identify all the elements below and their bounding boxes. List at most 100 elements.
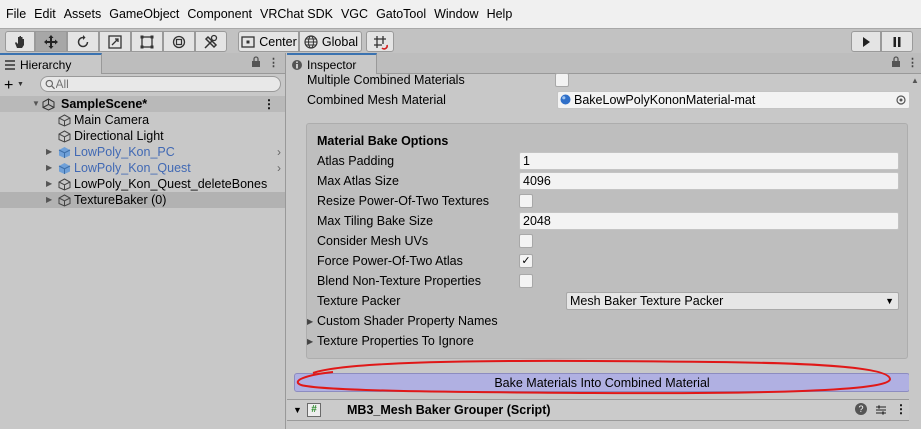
hierarchy-search-bar: + ▼ xyxy=(0,74,285,94)
object-picker-icon[interactable] xyxy=(896,95,906,105)
move-icon xyxy=(44,34,58,49)
pause-button[interactable] xyxy=(881,31,913,52)
prefab-icon xyxy=(58,163,71,174)
collapse-arrow-icon[interactable]: ▶ xyxy=(46,192,52,208)
inspector-tab-label: Inspector xyxy=(307,57,357,72)
collapse-arrow-icon[interactable]: ▶ xyxy=(46,160,52,176)
hierarchy-search-field[interactable] xyxy=(40,76,281,92)
tab-hierarchy[interactable]: Hierarchy xyxy=(0,53,102,74)
prefab-icon xyxy=(58,147,71,158)
resize-pot-checkbox[interactable] xyxy=(519,194,533,208)
texture-ignore-foldout[interactable]: Texture Properties To Ignore xyxy=(317,332,474,350)
multiple-combined-label: Multiple Combined Materials xyxy=(307,73,465,87)
tools-icon xyxy=(204,34,218,49)
scene-row[interactable]: ▼ SampleScene* ⋮ xyxy=(0,96,285,112)
scale-icon xyxy=(108,34,122,49)
component-menu-icon[interactable]: ⋮ xyxy=(895,402,907,416)
atlas-padding-label: Atlas Padding xyxy=(317,154,395,168)
hierarchy-panel: Hierarchy ⋮ + ▼ ▼ SampleScene* ⋮ Main Ca… xyxy=(0,53,286,429)
expand-arrow-icon[interactable]: ▼ xyxy=(293,405,302,415)
chevron-right-icon[interactable]: › xyxy=(277,160,281,176)
list-item[interactable]: ▶ LowPoly_Kon_Quest_deleteBones xyxy=(0,176,285,192)
gameobject-icon xyxy=(58,194,71,207)
menu-help[interactable]: Help xyxy=(485,0,519,28)
max-atlas-size-field[interactable]: 4096 xyxy=(519,172,899,190)
inspector-menu-icon[interactable]: ⋮ xyxy=(907,56,918,69)
pivot-mode-button[interactable]: Center xyxy=(238,31,299,52)
play-button[interactable] xyxy=(851,31,881,52)
rotate-icon xyxy=(77,34,89,47)
menu-window[interactable]: Window xyxy=(432,0,484,28)
scroll-up-icon[interactable]: ▲ xyxy=(911,76,919,85)
menu-vrchat-sdk[interactable]: VRChat SDK xyxy=(258,0,339,28)
combined-mesh-material-label: Combined Mesh Material xyxy=(307,93,446,107)
unity-scene-icon xyxy=(42,98,55,111)
item-label: Directional Light xyxy=(74,129,164,143)
dropdown-arrow-icon: ▼ xyxy=(885,296,894,306)
scale-tool-button[interactable] xyxy=(99,31,131,52)
hand-tool-button[interactable] xyxy=(5,31,35,52)
menu-gameobject[interactable]: GameObject xyxy=(107,0,185,28)
multiple-combined-checkbox[interactable] xyxy=(555,73,569,87)
hierarchy-menu-icon[interactable]: ⋮ xyxy=(268,56,279,69)
add-icon[interactable]: + xyxy=(4,78,13,94)
menu-file[interactable]: File xyxy=(4,0,32,28)
hierarchy-tabbar: Hierarchy ⋮ xyxy=(0,53,285,74)
search-icon xyxy=(45,79,55,89)
consider-uvs-checkbox[interactable] xyxy=(519,234,533,248)
custom-shader-foldout[interactable]: Custom Shader Property Names xyxy=(317,312,498,330)
menu-assets[interactable]: Assets xyxy=(62,0,108,28)
atlas-padding-field[interactable]: 1 xyxy=(519,152,899,170)
pause-icon xyxy=(893,36,901,47)
script-icon: # xyxy=(307,403,321,417)
menu-gatotool[interactable]: GatoTool xyxy=(374,0,432,28)
menu-component[interactable]: Component xyxy=(185,0,258,28)
list-item[interactable]: Directional Light xyxy=(0,128,285,144)
move-tool-button[interactable] xyxy=(35,31,67,52)
menu-edit[interactable]: Edit xyxy=(32,0,62,28)
help-icon[interactable]: ? xyxy=(855,403,867,415)
custom-tool-button[interactable] xyxy=(195,31,227,52)
foldout-arrow-icon[interactable]: ▶ xyxy=(307,317,313,326)
lock-icon[interactable] xyxy=(251,56,261,71)
list-item[interactable]: ▶ LowPoly_Kon_Quest › xyxy=(0,160,285,176)
component-header[interactable]: ▼ # MB3_Mesh Baker Grouper (Script) ? ⋮ xyxy=(287,399,921,421)
force-pot-checkbox[interactable]: ✓ xyxy=(519,254,533,268)
bake-materials-button[interactable]: Bake Materials Into Combined Material xyxy=(294,373,910,392)
collapse-arrow-icon[interactable]: ▶ xyxy=(46,176,52,192)
list-item-selected[interactable]: ▶ TextureBaker (0) xyxy=(0,192,285,208)
material-bake-options-box: Material Bake Options Atlas Padding 1 Ma… xyxy=(306,123,908,359)
pivot-space-button[interactable]: Global xyxy=(299,31,362,52)
material-sphere-icon xyxy=(560,94,571,105)
dropdown-caret-icon[interactable]: ▼ xyxy=(17,81,24,88)
list-item[interactable]: Main Camera xyxy=(0,112,285,128)
snap-settings-button[interactable] xyxy=(366,31,394,52)
hierarchy-search-input[interactable] xyxy=(55,77,280,91)
texture-packer-dropdown[interactable]: Mesh Baker Texture Packer ▼ xyxy=(566,292,899,310)
texture-packer-value: Mesh Baker Texture Packer xyxy=(570,294,724,308)
pivot-center-icon xyxy=(241,35,255,48)
foldout-arrow-icon[interactable]: ▶ xyxy=(307,337,313,346)
blend-checkbox[interactable] xyxy=(519,274,533,288)
rotate-tool-button[interactable] xyxy=(67,31,99,52)
combined-mesh-material-field[interactable]: BakeLowPolyKononMaterial-mat xyxy=(557,91,910,109)
grid-snap-icon xyxy=(374,35,388,50)
collapse-arrow-icon[interactable]: ▶ xyxy=(46,144,52,160)
list-item[interactable]: ▶ LowPoly_Kon_PC › xyxy=(0,144,285,160)
expand-arrow-icon[interactable]: ▼ xyxy=(32,96,40,112)
combined-mesh-material-value: BakeLowPolyKononMaterial-mat xyxy=(574,93,756,107)
globe-icon xyxy=(304,34,318,49)
scene-menu-icon[interactable]: ⋮ xyxy=(263,96,275,112)
force-pot-label: Force Power-Of-Two Atlas xyxy=(317,254,463,268)
menu-vgc[interactable]: VGC xyxy=(339,0,374,28)
lock-icon[interactable] xyxy=(891,56,901,71)
max-tiling-field[interactable]: 2048 xyxy=(519,212,899,230)
rect-tool-button[interactable] xyxy=(131,31,163,52)
blend-label: Blend Non-Texture Properties xyxy=(317,274,481,288)
item-label: Main Camera xyxy=(74,113,150,127)
transform-tool-button[interactable] xyxy=(163,31,195,52)
item-label: LowPoly_Kon_Quest xyxy=(74,161,191,175)
chevron-right-icon[interactable]: › xyxy=(277,144,281,160)
presets-icon[interactable] xyxy=(875,404,887,416)
inspector-scrollbar[interactable]: ▲ xyxy=(909,74,921,429)
